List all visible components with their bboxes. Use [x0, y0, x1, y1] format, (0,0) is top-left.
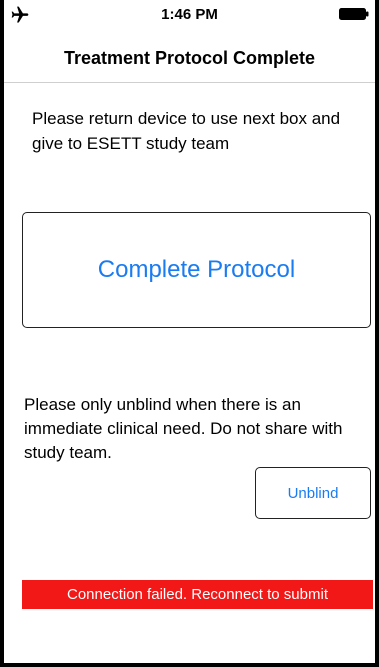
navigation-bar: Treatment Protocol Complete	[4, 34, 375, 83]
page-title: Treatment Protocol Complete	[63, 47, 316, 68]
battery-icon	[339, 8, 369, 20]
unblind-button[interactable]: Unblind	[255, 467, 371, 519]
airplane-icon	[11, 6, 29, 23]
status-bar: 1:46 PM	[4, 0, 375, 34]
complete-protocol-button[interactable]: Complete Protocol	[22, 212, 371, 328]
status-time: 1:46 PM	[161, 5, 218, 23]
app-screen: 1:46 PM Treatment Protocol Complete Plea…	[0, 0, 379, 667]
unblind-warning-text: Please only unblind when there is an imm…	[24, 395, 343, 462]
instruction-text: Please return device to use next box and…	[32, 109, 341, 153]
connection-error-banner: Connection failed. Reconnect to submit	[22, 580, 373, 609]
